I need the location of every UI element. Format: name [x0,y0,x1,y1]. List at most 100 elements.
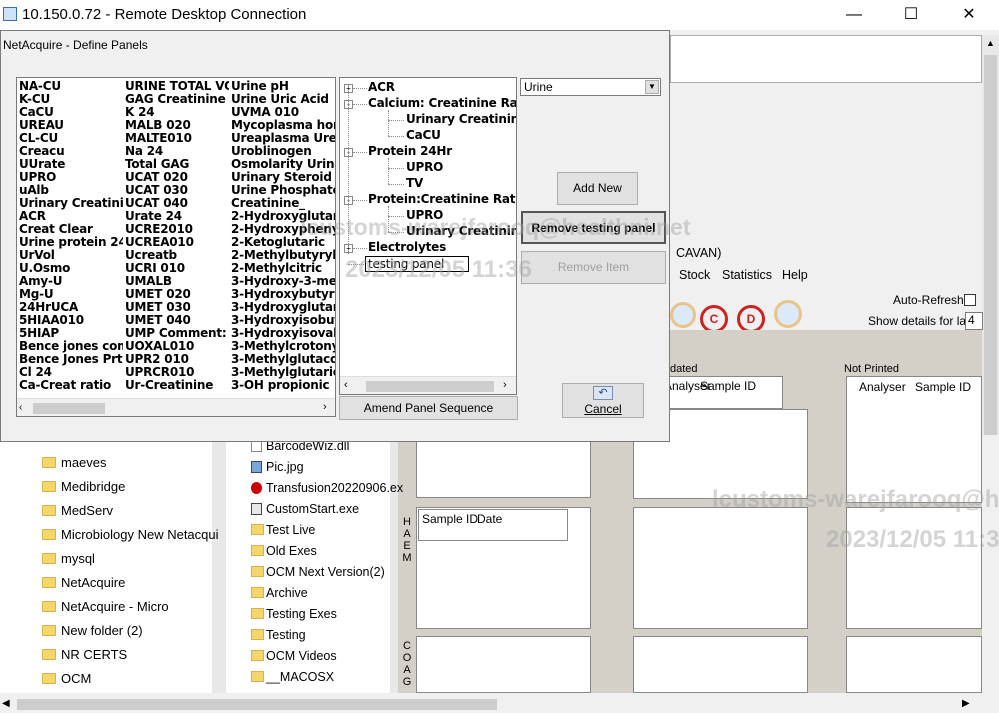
test-list-item[interactable]: Mycoplasma homin [231,119,335,132]
right-scrollbar[interactable]: ▲ [982,35,999,435]
test-list-item[interactable]: 2-Methylcitric [231,262,335,275]
test-list-item[interactable]: UCRI 010 [125,262,229,275]
test-list-item[interactable]: Ucreatb [125,249,229,262]
tree-node[interactable]: Urinary Creatinine. [406,112,516,126]
test-list-item[interactable]: K 24 [125,106,229,119]
test-list-item[interactable]: Creacu [19,145,123,158]
test-list-item[interactable]: Urinary Steroid [231,171,335,184]
test-list-item[interactable]: 3-Methylglutaconic [231,353,335,366]
test-list-item[interactable]: UCREA010 [125,236,229,249]
tree-node[interactable]: CaCU [406,128,441,142]
scroll-right-arrow[interactable]: ▶ [962,698,970,709]
test-list-item[interactable]: Total GAG [125,158,229,171]
test-list-item[interactable]: ACR [19,210,123,223]
test-list-item[interactable]: Ca-Creat ratio [19,379,123,392]
test-list-item[interactable]: UCAT 020 [125,171,229,184]
test-listbox[interactable]: NA-CU K-CU CaCU UREAU CL-CU Creacu UUrate UPRO u… [16,77,336,417]
test-list-item[interactable]: Uroblinogen [231,145,335,158]
test-list-item[interactable]: UMET 040 [125,314,229,327]
scroll-right-arrow[interactable]: › [503,379,507,391]
scroll-left-arrow[interactable]: ◀ [2,698,10,709]
add-new-panel-button[interactable]: Add New Panel [557,172,638,226]
minimize-button[interactable]: — [831,0,877,30]
test-list-item[interactable]: Urinary Creatinine. [19,197,123,210]
tree-hscrollbar[interactable]: ‹ › [340,376,516,394]
test-list-item[interactable]: 3-Methylglutaric [231,366,335,379]
test-list-item[interactable]: UPR2 010 [125,353,229,366]
test-list-item[interactable]: 3-OH propionic [231,379,335,392]
search-c-icon[interactable]: C [700,305,728,333]
specimen-type-select[interactable]: Urine ▼ [520,78,661,96]
test-list-item[interactable]: Ur-Creatinine [125,379,229,392]
folder-tree-scrollbar[interactable] [212,435,226,693]
cancel-button[interactable]: ↶ Cancel [562,383,644,418]
maximize-button[interactable]: ☐ [888,0,934,30]
show-details-input[interactable]: 4 [965,312,983,330]
test-list-item[interactable]: UCRE2010 [125,223,229,236]
scroll-left-arrow[interactable]: ‹ [19,402,22,413]
close-button[interactable]: ✕ [946,0,992,30]
listbox-hscrollbar[interactable]: ‹ › [17,398,335,416]
amend-panel-sequence-button[interactable]: Amend Panel Sequence [339,396,518,420]
search-d-icon[interactable]: D [737,305,765,333]
test-list-item[interactable]: Bence Jones Prt [19,353,123,366]
test-list-item[interactable]: 24HrUCA [19,301,123,314]
test-list-item[interactable]: UrVol [19,249,123,262]
test-list-item[interactable]: Urine Uric Acid [231,93,335,106]
test-list-item[interactable]: UMET 030 [125,301,229,314]
search-icon[interactable] [670,302,696,328]
test-list-item[interactable]: 2-Methylbutyrylglyc [231,249,335,262]
test-list-item[interactable]: 5HIAA010 [19,314,123,327]
scroll-right-arrow[interactable]: › [323,401,327,413]
test-list-item[interactable]: Na 24 [125,145,229,158]
test-list-item[interactable]: 3-Hydroxy-3-methyl [231,275,335,288]
test-list-item[interactable]: UCAT 030 [125,184,229,197]
tree-node[interactable]: TV [406,176,423,190]
test-list-item[interactable]: CL-CU [19,132,123,145]
test-list-item[interactable]: UPRO [19,171,123,184]
test-list-item[interactable]: Ureaplasma Urealy [231,132,335,145]
test-list-item[interactable]: Urine pH [231,80,335,93]
grid-haem[interactable]: Sample ID Date [418,509,568,541]
test-list-item[interactable]: 3-Hydroxybutyric [231,288,335,301]
test-list-item[interactable]: Creatinine_ [231,197,335,210]
test-list-item[interactable]: Urine Phosphate [231,184,335,197]
tree-node[interactable]: Electrolytes [368,240,446,254]
test-list-item[interactable]: Osmolarity Urine [231,158,335,171]
test-list-item[interactable]: K-CU [19,93,123,106]
test-list-item[interactable]: NA-CU [19,80,123,93]
test-list-item[interactable]: UVMA 010 [231,106,335,119]
test-list-item[interactable]: Urine protein 24Hr [19,236,123,249]
test-list-item[interactable]: UUrate [19,158,123,171]
test-list-item[interactable]: UMET 020 [125,288,229,301]
test-list-item[interactable]: Amy-U [19,275,123,288]
tree-node[interactable]: Calcium: Creatinine Ratio [368,96,516,110]
menu-stock[interactable]: Stock [679,268,710,282]
test-list-item[interactable]: 3-Hydroxyglutaric [231,301,335,314]
test-list-item[interactable]: Cl 24 [19,366,123,379]
test-list-item[interactable]: uAlb [19,184,123,197]
test-list-item[interactable]: 3-Methylcrotonylgly [231,340,335,353]
tree-node[interactable]: UPRO [406,160,443,174]
test-list-item[interactable]: 3-Hydroxyisovaleric [231,327,335,340]
bottom-scrollbar[interactable]: ◀ ▶ [0,695,999,713]
test-list-item[interactable]: UPRCR010 [125,366,229,379]
chevron-down-icon[interactable]: ▼ [645,80,659,94]
test-list-item[interactable]: URINE TOTAL VOL [125,80,229,93]
test-list-item[interactable]: MALB 020 [125,119,229,132]
test-list-item[interactable]: 5HIAP [19,327,123,340]
test-list-item[interactable]: Bence jones comm [19,340,123,353]
tree-node[interactable]: Protein:Creatinine Ratio [368,192,516,206]
test-list-item[interactable]: UCAT 040 [125,197,229,210]
test-list-item[interactable]: MALTE010 [125,132,229,145]
test-list-item[interactable]: 3-Hydroxyisobutyric [231,314,335,327]
tree-node[interactable]: Protein 24Hr [368,144,452,158]
test-list-item[interactable]: U.Osmo [19,262,123,275]
auto-refresh-checkbox[interactable] [964,294,976,306]
grid-not-printed[interactable]: Analyser Sample ID [846,376,982,503]
test-list-item[interactable]: UOXAL010 [125,340,229,353]
test-list-item[interactable]: CaCU [19,106,123,119]
test-list-item[interactable]: GAG Creatinine Ra [125,93,229,106]
test-list-item[interactable]: UREAU [19,119,123,132]
remove-item-button[interactable]: Remove Item [521,251,666,284]
